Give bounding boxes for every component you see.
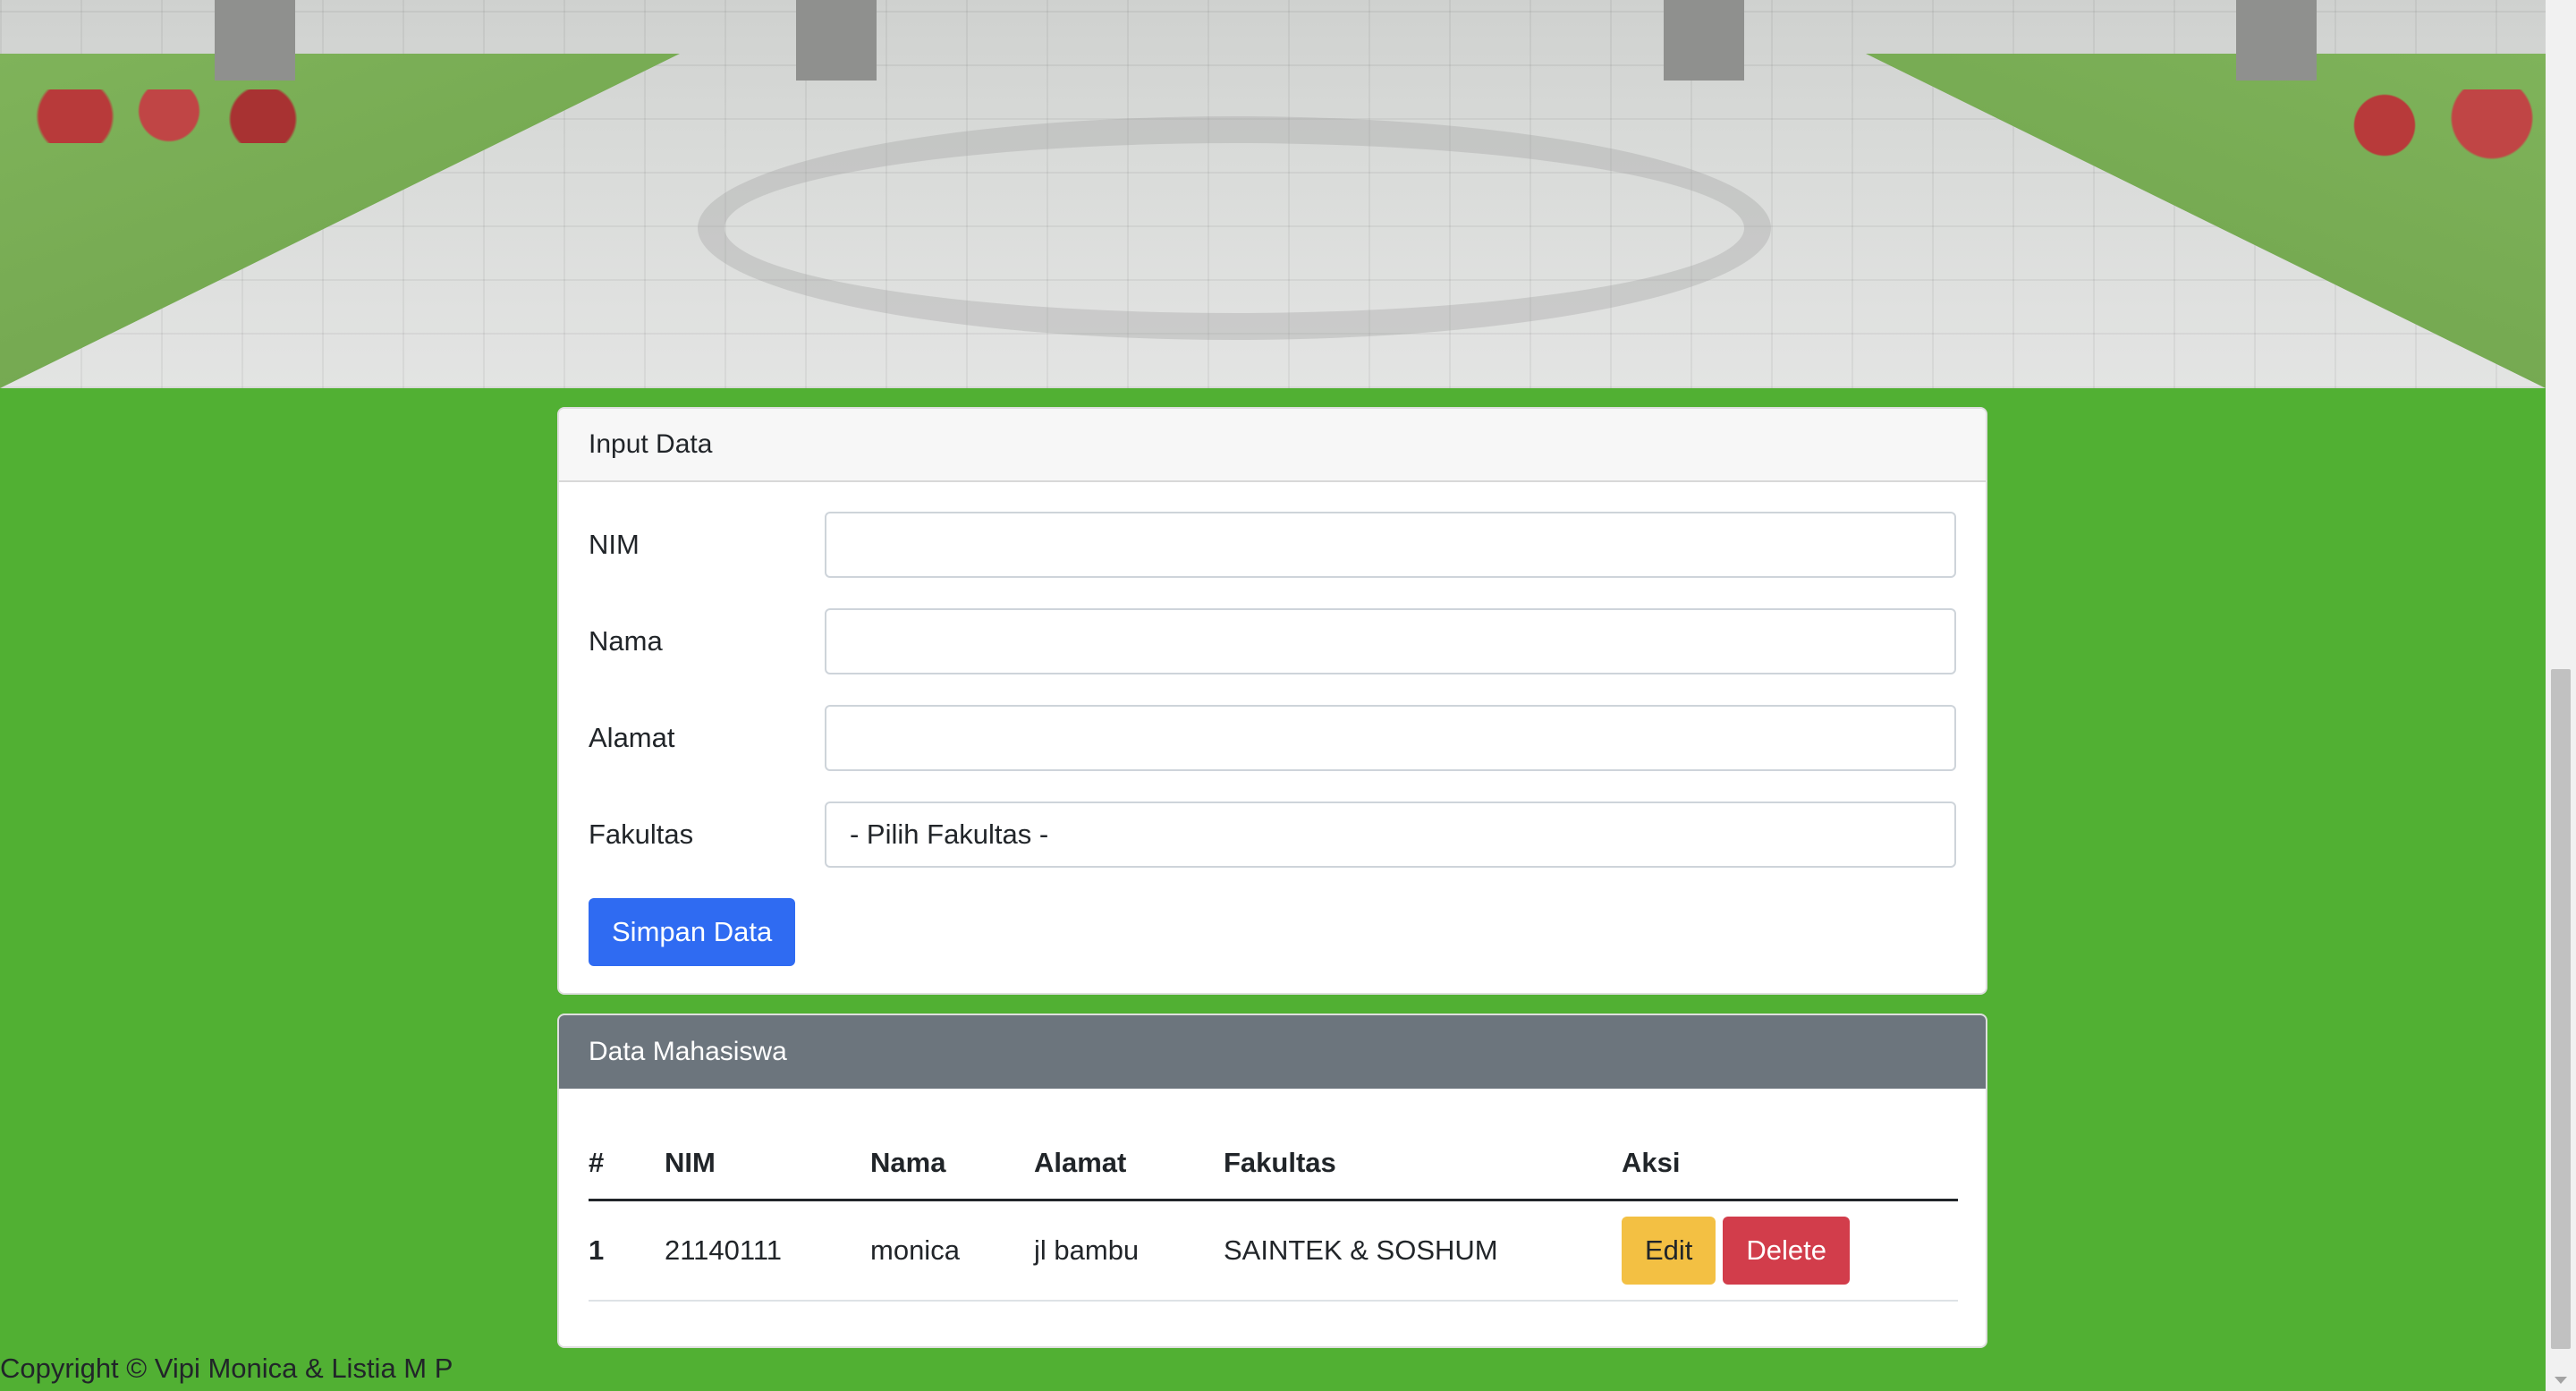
col-header-alamat: Alamat [1034, 1127, 1224, 1201]
hero-image [0, 0, 2546, 388]
col-header-nim: NIM [665, 1127, 870, 1201]
table-row: 1 21140111 monica jl bambu SAINTEK & SOS… [589, 1200, 1958, 1302]
col-header-no: # [589, 1127, 665, 1201]
col-header-fakultas: Fakultas [1224, 1127, 1622, 1201]
footer-copyright: Copyright © Vipi Monica & Listia M P [0, 1353, 453, 1384]
cell-nim: 21140111 [665, 1200, 870, 1302]
alamat-label: Alamat [589, 722, 675, 753]
nama-row: Nama [589, 607, 1956, 675]
edit-button[interactable]: Edit [1622, 1217, 1716, 1285]
nim-label: NIM [589, 529, 640, 560]
data-mahasiswa-card: Data Mahasiswa # NIM Nama Alamat Fakulta… [557, 1014, 1987, 1348]
alamat-input[interactable] [825, 705, 1956, 771]
cell-nama: monica [870, 1200, 1034, 1302]
col-header-nama: Nama [870, 1127, 1034, 1201]
fakultas-row: Fakultas - Pilih Fakultas - [589, 801, 1956, 869]
vertical-scrollbar[interactable] [2546, 0, 2576, 1391]
scrollbar-thumb[interactable] [2551, 669, 2571, 1349]
nim-row: NIM [589, 511, 1956, 579]
cell-fakultas: SAINTEK & SOSHUM [1224, 1200, 1622, 1302]
cell-alamat: jl bambu [1034, 1200, 1224, 1302]
input-data-card: Input Data NIM Nama Alamat Fakultas - Pi… [557, 407, 1987, 995]
simpan-data-button[interactable]: Simpan Data [589, 898, 796, 966]
nama-label: Nama [589, 625, 663, 657]
table-card-header: Data Mahasiswa [559, 1015, 1986, 1089]
mahasiswa-table: # NIM Nama Alamat Fakultas Aksi 1 211401… [589, 1127, 1958, 1302]
nama-input[interactable] [825, 608, 1956, 674]
scroll-down-arrow-icon[interactable] [2555, 1377, 2567, 1384]
col-header-aksi: Aksi [1622, 1127, 1958, 1201]
cell-no: 1 [589, 1200, 665, 1302]
alamat-row: Alamat [589, 704, 1956, 772]
table-header-row: # NIM Nama Alamat Fakultas Aksi [589, 1127, 1958, 1201]
fakultas-select[interactable]: - Pilih Fakultas - [825, 802, 1956, 868]
delete-button[interactable]: Delete [1723, 1217, 1851, 1285]
input-card-header: Input Data [559, 409, 1986, 482]
fakultas-label: Fakultas [589, 818, 694, 850]
cell-aksi: Edit Delete [1622, 1200, 1958, 1302]
nim-input[interactable] [825, 512, 1956, 578]
